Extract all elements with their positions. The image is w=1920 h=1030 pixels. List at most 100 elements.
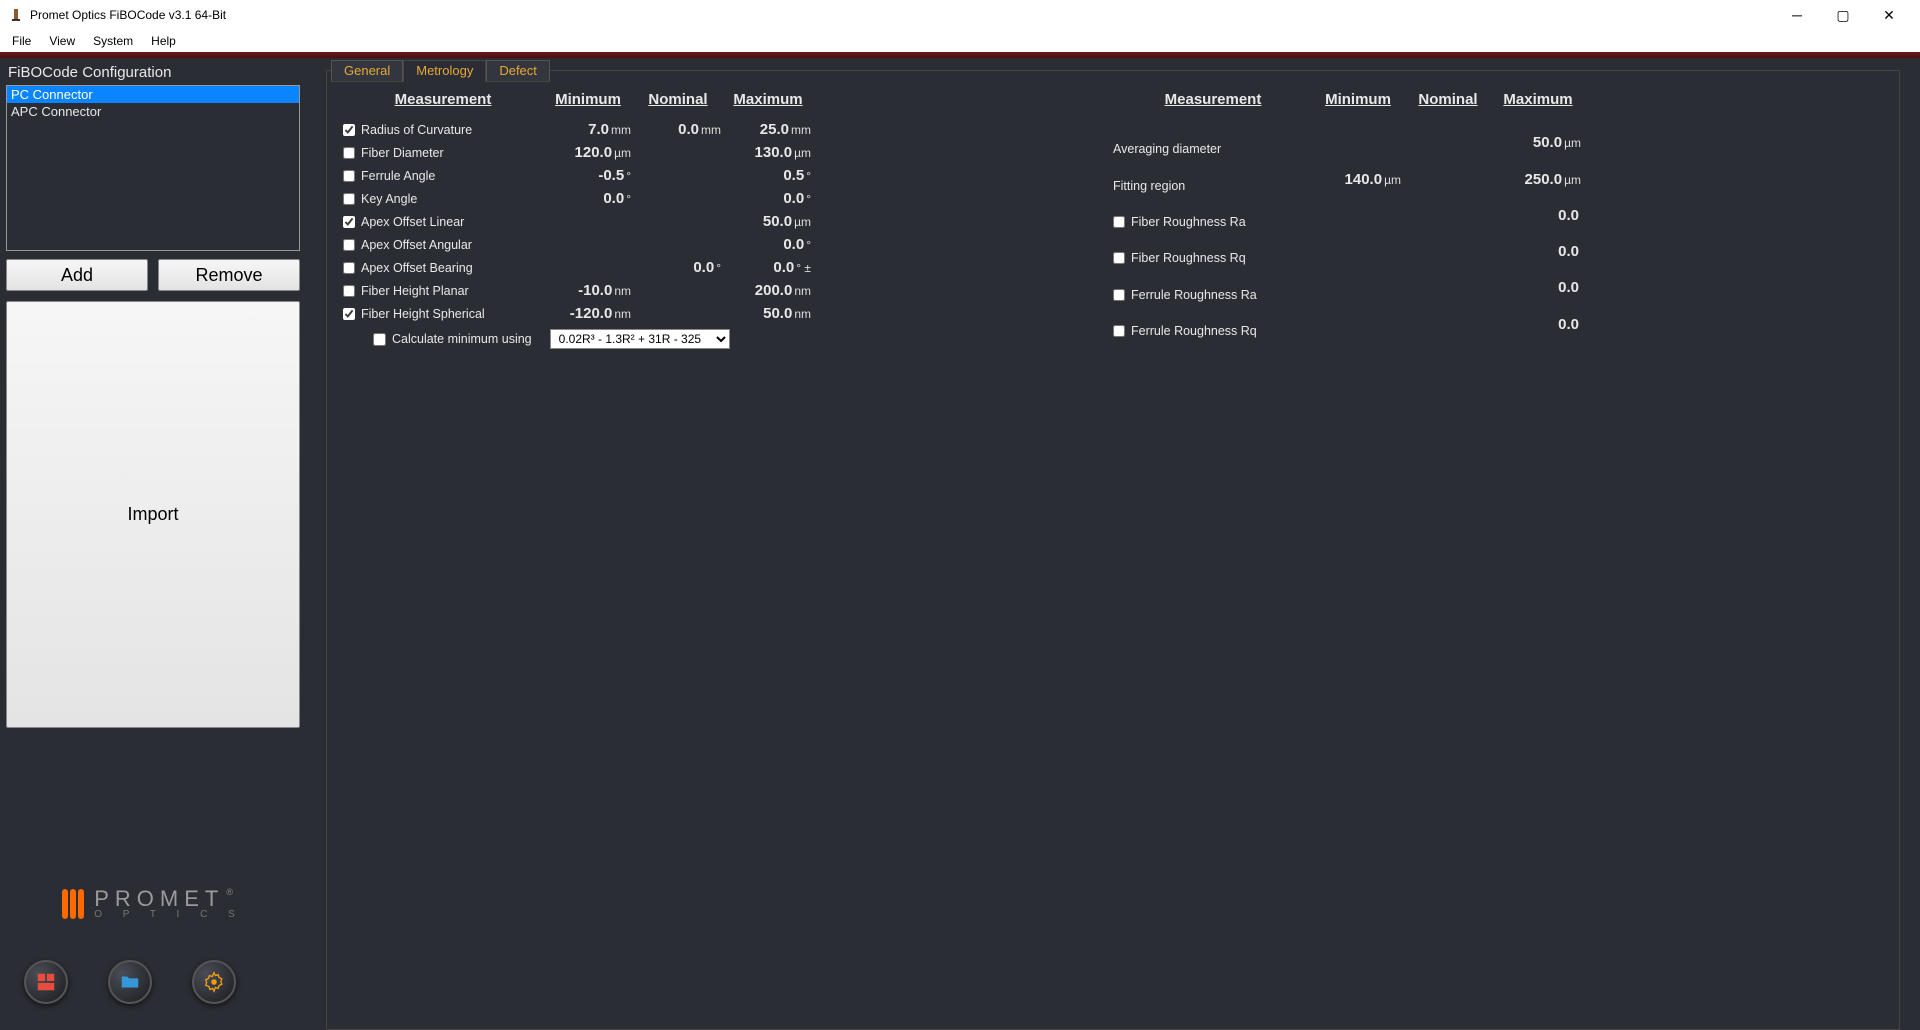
measurement-row: Fiber Height Spherical [343,302,543,325]
value-cell[interactable]: 0.0 [1493,240,1583,276]
tab-metrology[interactable]: Metrology [403,60,486,82]
measurement-checkbox[interactable] [1113,216,1125,228]
value-cell[interactable]: 0.0 [1493,204,1583,240]
measurement-label: Fiber Height Spherical [361,307,485,321]
add-button[interactable]: Add [6,259,148,291]
value-cell[interactable] [633,164,723,187]
measurement-row: Averaging diameter [1113,131,1313,167]
list-item[interactable]: PC Connector [7,86,299,103]
layout-button[interactable] [24,960,68,1004]
grid-icon [35,971,57,993]
value-cell[interactable]: 0.0 [1493,276,1583,312]
gear-icon [203,971,225,993]
value-cell[interactable] [543,256,633,279]
value-cell[interactable]: 0.0° [633,256,723,279]
measurement-label: Averaging diameter [1113,142,1221,156]
measurement-checkbox[interactable] [343,216,355,228]
value-cell[interactable] [633,302,723,325]
value-cell[interactable]: 0.0° [723,187,813,210]
calc-checkbox[interactable] [373,333,386,346]
calc-formula-select[interactable]: 0.02R³ - 1.3R² + 31R - 325 [550,329,730,349]
value-cell[interactable]: -120.0nm [543,302,633,325]
value-cell[interactable] [633,279,723,302]
value-cell[interactable] [1313,131,1403,167]
app-icon [8,7,24,23]
value-cell[interactable]: 0.0° ± [723,256,813,279]
measurement-checkbox[interactable] [343,193,355,205]
value-cell[interactable] [1313,240,1403,276]
col-measurement: Measurement [1113,91,1313,131]
folder-icon [119,971,141,993]
value-cell [1403,168,1493,204]
minimize-button[interactable]: ─ [1774,0,1820,30]
value-cell[interactable]: 50.0nm [723,302,813,325]
tab-defect[interactable]: Defect [486,60,550,82]
measurement-label: Fiber Roughness Rq [1131,251,1246,265]
measurement-checkbox[interactable] [343,170,355,182]
value-cell[interactable]: 250.0µm [1493,168,1583,204]
measurement-row: Ferrule Angle [343,164,543,187]
measurement-checkbox[interactable] [343,262,355,274]
menu-view[interactable]: View [41,32,83,50]
value-cell[interactable] [1313,276,1403,312]
measurement-checkbox[interactable] [343,285,355,297]
menu-help[interactable]: Help [143,32,184,50]
measurement-checkbox[interactable] [343,308,355,320]
measurement-label: Apex Offset Bearing [361,261,473,275]
value-cell[interactable] [1313,204,1403,240]
metrology-table-left: Measurement Minimum Nominal Maximum Radi… [343,91,813,349]
measurement-checkbox[interactable] [343,147,355,159]
logo-reg: ® [226,888,233,897]
measurement-row: Apex Offset Angular [343,233,543,256]
value-cell[interactable]: 0.0° [723,233,813,256]
col-nominal: Nominal [1403,91,1493,131]
tabs: General Metrology Defect [331,60,550,82]
value-cell[interactable]: 140.0µm [1313,168,1403,204]
measurement-row: Fiber Roughness Rq [1113,240,1313,276]
value-cell[interactable]: -0.5° [543,164,633,187]
logo-mark-icon [62,889,84,919]
config-listbox[interactable]: PC Connector APC Connector [6,85,300,251]
value-cell[interactable]: 0.0 [1493,313,1583,349]
value-cell[interactable] [1313,313,1403,349]
value-cell[interactable]: 200.0nm [723,279,813,302]
value-cell[interactable] [543,210,633,233]
value-cell[interactable] [633,187,723,210]
value-cell[interactable]: 0.0mm [633,118,723,141]
measurement-checkbox[interactable] [1113,289,1125,301]
remove-button[interactable]: Remove [158,259,300,291]
value-cell[interactable]: 0.0° [543,187,633,210]
folder-button[interactable] [108,960,152,1004]
close-button[interactable]: ✕ [1866,0,1912,30]
metrology-table-right: Measurement Minimum Nominal Maximum Aver… [1113,91,1583,349]
measurement-label: Radius of Curvature [361,123,472,137]
value-cell[interactable]: 50.0µm [1493,131,1583,167]
value-cell[interactable] [633,233,723,256]
value-cell[interactable]: -10.0nm [543,279,633,302]
measurement-checkbox[interactable] [1113,252,1125,264]
value-cell[interactable] [633,210,723,233]
settings-button[interactable] [192,960,236,1004]
maximize-button[interactable]: ▢ [1820,0,1866,30]
measurement-checkbox[interactable] [1113,325,1125,337]
col-minimum: Minimum [543,91,633,118]
menu-file[interactable]: File [4,32,39,50]
value-cell[interactable] [543,233,633,256]
value-cell[interactable] [633,141,723,164]
menu-system[interactable]: System [85,32,141,50]
value-cell[interactable]: 0.5° [723,164,813,187]
value-cell[interactable]: 25.0mm [723,118,813,141]
value-cell[interactable]: 50.0µm [723,210,813,233]
import-button[interactable]: Import [6,301,300,728]
value-cell[interactable]: 120.0µm [543,141,633,164]
measurement-checkbox[interactable] [343,239,355,251]
tab-general[interactable]: General [331,60,403,82]
measurement-checkbox[interactable] [343,124,355,136]
sidebar: FiBOCode Configuration PC Connector APC … [0,58,306,1030]
value-cell[interactable]: 7.0mm [543,118,633,141]
menubar: File View System Help [0,30,1920,52]
calc-minimum-row: Calculate minimum using0.02R³ - 1.3R² + … [343,325,813,349]
value-cell[interactable]: 130.0µm [723,141,813,164]
measurement-label: Fiber Diameter [361,146,444,160]
list-item[interactable]: APC Connector [7,103,299,120]
